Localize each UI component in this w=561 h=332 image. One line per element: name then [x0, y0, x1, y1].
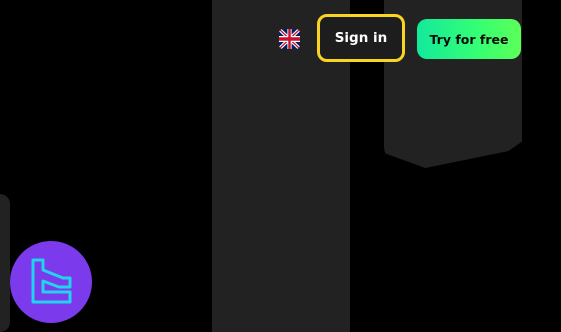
try-for-free-label: Try for free: [429, 31, 509, 47]
sign-in-label: Sign in: [334, 30, 388, 46]
tc-logo-badge: [10, 241, 92, 323]
try-for-free-button[interactable]: Try for free: [417, 19, 521, 59]
sign-in-button[interactable]: Sign in: [317, 14, 405, 62]
tc-logo-icon: [31, 258, 72, 304]
background-panel-left: [0, 194, 10, 332]
uk-flag-icon[interactable]: [279, 29, 300, 49]
